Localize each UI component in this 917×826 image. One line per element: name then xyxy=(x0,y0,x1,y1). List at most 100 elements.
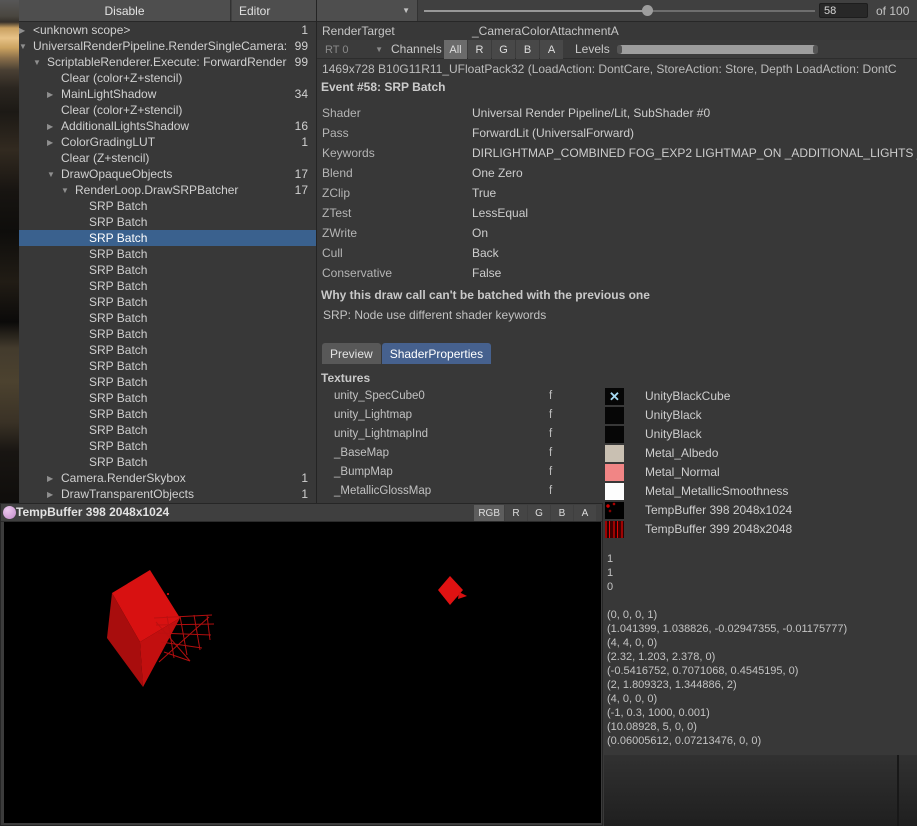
frame-slider-handle[interactable] xyxy=(642,5,653,16)
tree-row[interactable]: Clear (color+Z+stencil) xyxy=(0,102,316,118)
event-property-row: KeywordsDIRLIGHTMAP_COMBINED FOG_EXP2 LI… xyxy=(317,143,917,163)
tree-row[interactable]: SRP Batch xyxy=(0,326,316,342)
tree-row[interactable]: SRP Batch xyxy=(0,214,316,230)
chevron-down-icon[interactable]: ▼ xyxy=(47,167,61,183)
chevron-right-icon[interactable]: ▶ xyxy=(19,23,33,39)
preview-channel-button-g[interactable]: G xyxy=(528,505,550,521)
tree-row[interactable]: SRP Batch xyxy=(0,278,316,294)
tree-row-label: SRP Batch xyxy=(89,439,147,453)
texture-display-name: UnityBlack xyxy=(645,425,702,444)
tree-row-count: 1 xyxy=(301,22,308,38)
event-title: Event #58: SRP Batch xyxy=(321,80,446,94)
chevron-down-icon[interactable]: ▼ xyxy=(19,39,33,55)
texture-thumbnail[interactable] xyxy=(605,407,624,424)
tree-row[interactable]: SRP Batch xyxy=(0,438,316,454)
channel-button-b[interactable]: B xyxy=(516,40,539,59)
tree-row[interactable]: SRP Batch xyxy=(0,454,316,470)
batch-break-title: Why this draw call can't be batched with… xyxy=(321,288,650,302)
tree-row-selected[interactable]: SRP Batch xyxy=(0,230,316,246)
rt-index-dropdown[interactable]: RT 0 ▼ xyxy=(321,42,387,57)
tree-row[interactable]: ▼DrawOpaqueObjects17 xyxy=(0,166,316,182)
property-label: ZTest xyxy=(322,203,351,223)
tree-row-label: Camera.RenderSkybox xyxy=(61,471,186,485)
texture-row: _BumpMapfMetal_Normal xyxy=(317,463,917,482)
preview-channel-button-b[interactable]: B xyxy=(551,505,573,521)
texture-thumbnail[interactable] xyxy=(605,464,624,481)
tree-row[interactable]: SRP Batch xyxy=(0,262,316,278)
shader-values-list: 110 (0, 0, 0, 1)(1.041399, 1.038826, -0.… xyxy=(607,552,847,748)
tree-row[interactable]: SRP Batch xyxy=(0,310,316,326)
tree-row[interactable]: ▶ColorGradingLUT1 xyxy=(0,134,316,150)
chevron-down-icon[interactable]: ▼ xyxy=(61,183,75,199)
tree-row[interactable]: ▼ScriptableRenderer.Execute: ForwardRend… xyxy=(0,54,316,70)
chevron-right-icon[interactable]: ▶ xyxy=(47,87,61,103)
preview-channel-button-r[interactable]: R xyxy=(505,505,527,521)
tree-row-label: DrawTransparentObjects xyxy=(61,487,194,501)
chevron-down-icon[interactable]: ▼ xyxy=(33,55,47,71)
event-property-row: ZTestLessEqual xyxy=(317,203,917,223)
property-label: Pass xyxy=(322,123,349,143)
tree-row[interactable]: Clear (color+Z+stencil) xyxy=(0,70,316,86)
tree-row[interactable]: SRP Batch xyxy=(0,342,316,358)
tree-row[interactable]: SRP Batch xyxy=(0,374,316,390)
tree-row-label: SRP Batch xyxy=(89,423,147,437)
chevron-right-icon[interactable]: ▶ xyxy=(47,487,61,503)
chevron-right-icon[interactable]: ▶ xyxy=(47,119,61,135)
levels-slider[interactable] xyxy=(617,45,818,54)
preview-header[interactable]: TempBuffer 398 2048x1024 RGBRGBA xyxy=(1,504,602,522)
tree-row-label: Clear (color+Z+stencil) xyxy=(61,103,182,117)
chevron-right-icon[interactable]: ▶ xyxy=(47,471,61,487)
tree-row[interactable]: SRP Batch xyxy=(0,390,316,406)
tree-row-label: SRP Batch xyxy=(89,327,147,341)
tree-row[interactable]: SRP Batch xyxy=(0,246,316,262)
disable-button[interactable]: Disable xyxy=(19,0,231,21)
render-target-row: RenderTarget _CameraColorAttachmentA xyxy=(317,22,917,40)
tree-row[interactable]: ▶DrawTransparentObjects1 xyxy=(0,486,316,502)
tree-row[interactable]: ▶Camera.RenderSkybox1 xyxy=(0,470,316,486)
shader-vector-value: (2.32, 1.203, 2.378, 0) xyxy=(607,650,847,664)
texture-thumbnail[interactable]: ✕ xyxy=(605,388,624,405)
toolbar: Disable Editor ▼ of 100 xyxy=(0,0,917,22)
texture-thumbnail[interactable] xyxy=(605,521,624,538)
texture-thumbnail[interactable] xyxy=(605,426,624,443)
tree-row[interactable]: SRP Batch xyxy=(0,422,316,438)
tab-preview[interactable]: Preview xyxy=(322,343,381,364)
tree-row[interactable]: ▼RenderLoop.DrawSRPBatcher17 xyxy=(0,182,316,198)
tree-row-label: RenderLoop.DrawSRPBatcher xyxy=(75,183,238,197)
panel-footer-area xyxy=(604,755,917,826)
chevron-right-icon[interactable]: ▶ xyxy=(47,135,61,151)
texture-thumbnail[interactable] xyxy=(605,502,624,519)
texture-thumbnail[interactable] xyxy=(605,483,624,500)
preview-channel-button-rgb[interactable]: RGB xyxy=(474,505,504,521)
tree-row-count: 16 xyxy=(295,118,308,134)
texture-row: _BaseMapfMetal_Albedo xyxy=(317,444,917,463)
tree-row-label: SRP Batch xyxy=(89,279,147,293)
preview-channel-button-a[interactable]: A xyxy=(574,505,596,521)
channel-button-g[interactable]: G xyxy=(492,40,515,59)
texture-thumbnail[interactable] xyxy=(605,445,624,462)
tree-row[interactable]: SRP Batch xyxy=(0,358,316,374)
tree-row[interactable]: ▶<unknown scope>1 xyxy=(0,22,316,38)
event-property-row: CullBack xyxy=(317,243,917,263)
tree-row[interactable]: SRP Batch xyxy=(0,406,316,422)
tree-row-label: SRP Batch xyxy=(89,343,147,357)
frame-number-input[interactable] xyxy=(819,3,868,18)
shader-vector-value: (2, 1.809323, 1.344886, 2) xyxy=(607,678,847,692)
texture-display-name: TempBuffer 399 2048x2048 xyxy=(645,520,792,539)
tab-shaderproperties[interactable]: ShaderProperties xyxy=(382,343,491,364)
channel-button-a[interactable]: A xyxy=(540,40,563,59)
property-value: Back xyxy=(472,243,499,263)
texture-property-name: unity_LightmapInd xyxy=(334,425,428,444)
channel-button-r[interactable]: R xyxy=(468,40,491,59)
tree-row[interactable]: ▶AdditionalLightsShadow16 xyxy=(0,118,316,134)
shader-value: 1 xyxy=(607,552,847,566)
channel-button-all[interactable]: All xyxy=(444,40,467,59)
tree-row[interactable]: SRP Batch xyxy=(0,198,316,214)
tree-row[interactable]: ▼UniversalRenderPipeline.RenderSingleCam… xyxy=(0,38,316,54)
tree-row[interactable]: Clear (Z+stencil) xyxy=(0,150,316,166)
tree-row[interactable]: ▶MainLightShadow34 xyxy=(0,86,316,102)
shader-vector-value: (-1, 0.3, 1000, 0.001) xyxy=(607,706,847,720)
tree-row[interactable]: SRP Batch xyxy=(0,294,316,310)
property-value: True xyxy=(472,183,496,203)
target-selector-dropdown[interactable]: Editor ▼ xyxy=(232,0,418,21)
